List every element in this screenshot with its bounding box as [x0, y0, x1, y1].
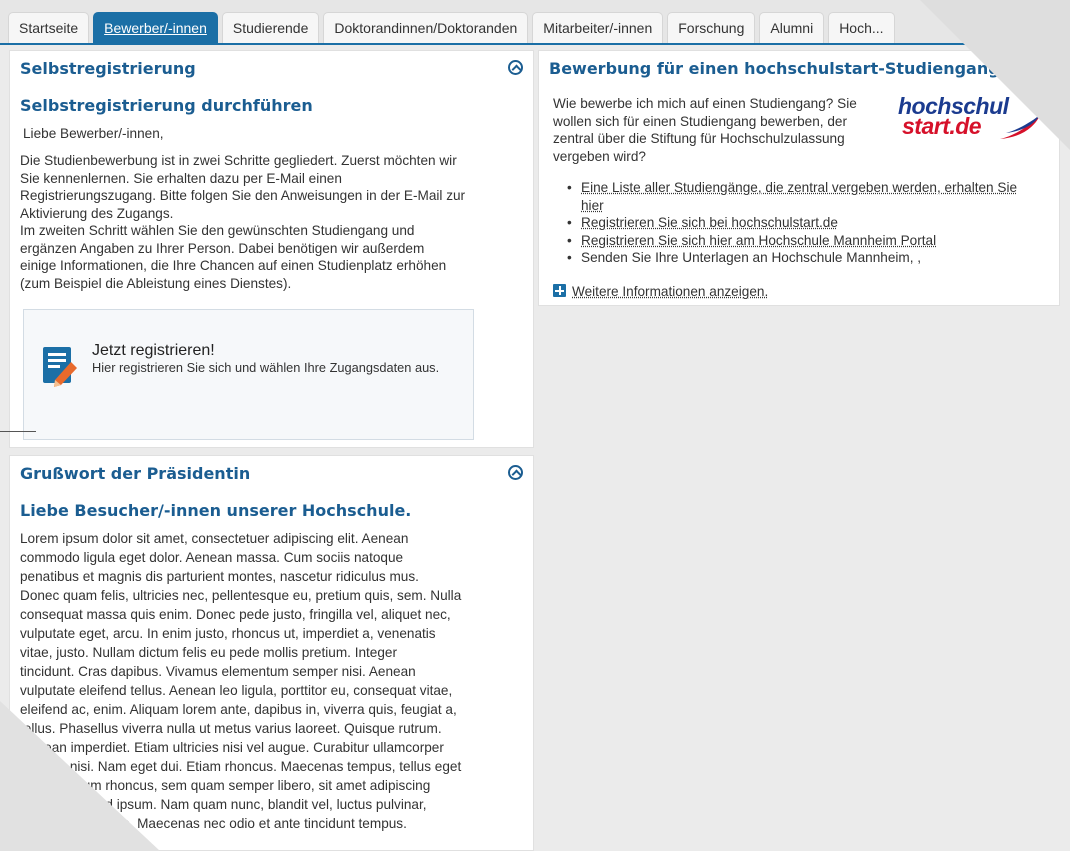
- divider: [0, 431, 36, 432]
- list-item: Eine Liste aller Studiengänge, die zentr…: [563, 179, 1043, 214]
- list-item: Senden Sie Ihre Unterlagen an Hochschule…: [563, 249, 1043, 267]
- tab-startseite[interactable]: Startseite: [8, 12, 90, 43]
- studiengaenge-list-link[interactable]: Eine Liste aller Studiengänge, die zentr…: [581, 180, 1017, 213]
- tab-list: Startseite Bewerber/-innen Studierende D…: [8, 12, 895, 43]
- greeting-text: Liebe Bewerber/-innen,: [23, 126, 164, 141]
- panel-subtitle: Selbstregistrierung durchführen: [20, 96, 313, 115]
- tab-alumni[interactable]: Alumni: [759, 12, 825, 43]
- collapse-icon[interactable]: [508, 465, 523, 480]
- register-title[interactable]: Jetzt registrieren!: [92, 342, 215, 360]
- edit-form-icon: [43, 347, 77, 387]
- intro-text: Wie bewerbe ich mich auf einen Studienga…: [553, 96, 857, 164]
- plus-icon: [553, 284, 566, 297]
- portal-register-link[interactable]: Registrieren Sie sich hier am Hochschule…: [581, 233, 936, 248]
- panel-subtitle: Liebe Besucher/-innen unserer Hochschule…: [20, 501, 412, 520]
- tab-forschung[interactable]: Forschung: [667, 12, 756, 43]
- tab-bewerber[interactable]: Bewerber/-innen: [93, 12, 218, 43]
- selbstregistrierung-panel: Selbstregistrierung Selbstregistrierung …: [9, 50, 534, 448]
- tab-doktoranden[interactable]: Doktorandinnen/Doktoranden: [323, 12, 529, 43]
- intro-paragraph: Die Studienbewerbung ist in zwei Schritt…: [20, 153, 466, 291]
- hochschulstart-register-link[interactable]: Registrieren Sie sich bei hochschulstart…: [581, 215, 838, 230]
- hochschulstart-panel: Bewerbung für einen hochschulstart-Studi…: [538, 50, 1060, 306]
- collapse-icon[interactable]: [508, 60, 523, 75]
- tab-hochschule[interactable]: Hoch...: [828, 12, 895, 43]
- panel-title: Grußwort der Präsidentin: [20, 464, 251, 483]
- tab-mitarbeiter[interactable]: Mitarbeiter/-innen: [532, 12, 664, 43]
- register-description: Hier registrieren Sie sich und wählen Ih…: [92, 360, 440, 375]
- panel-title: Selbstregistrierung: [20, 59, 196, 78]
- tab-underline: [0, 43, 1070, 45]
- main-navigation: Startseite Bewerber/-innen Studierende D…: [0, 0, 1070, 45]
- list-item: Registrieren Sie sich hier am Hochschule…: [563, 232, 1043, 250]
- more-info-link[interactable]: Weitere Informationen anzeigen.: [553, 284, 768, 299]
- hochschulstart-link-list: Eine Liste aller Studiengänge, die zentr…: [563, 179, 1043, 267]
- greeting-body: Lorem ipsum dolor sit amet, consectetuer…: [20, 531, 462, 831]
- register-box[interactable]: Jetzt registrieren! Hier registrieren Si…: [23, 309, 474, 440]
- tab-studierende[interactable]: Studierende: [221, 12, 320, 43]
- panel-title: Bewerbung für einen hochschulstart-Studi…: [549, 59, 1000, 78]
- list-item: Registrieren Sie sich bei hochschulstart…: [563, 214, 1043, 232]
